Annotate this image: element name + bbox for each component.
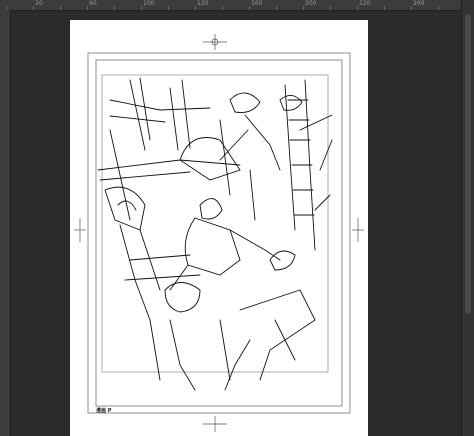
ruler-tick: [195, 6, 196, 10]
scrollbar-thumb[interactable]: [465, 14, 471, 314]
ruler-tick-label: 100: [143, 0, 155, 7]
ruler-tick: [411, 6, 412, 10]
frame-guides: [87, 52, 351, 414]
ruler-tick: [114, 6, 115, 10]
ruler-tick: [60, 6, 61, 10]
ruler-tick-label: 160: [251, 0, 263, 7]
ruler-tick: [330, 6, 331, 10]
vertical-scrollbar[interactable]: [461, 0, 474, 436]
bleed-frame: [87, 52, 351, 414]
ruler-tick: [87, 6, 88, 10]
ruler-tick-label: 260: [413, 0, 425, 7]
ruler-tick-label: 200: [305, 0, 317, 7]
page-number-label: 漫画 P: [96, 408, 112, 414]
ruler-tick: [249, 6, 250, 10]
ruler-tick: [438, 6, 439, 10]
ruler-tick: [222, 6, 223, 10]
ruler-tick: [168, 6, 169, 10]
ruler-tick-label: 60: [89, 0, 97, 7]
rough-sketch-drawing: [74, 34, 364, 432]
horizontal-ruler[interactable]: 20 60 100 120 160 200 220 260: [0, 0, 462, 11]
trim-frame: [95, 59, 343, 407]
ruler-tick: [33, 6, 34, 10]
ruler-tick: [303, 6, 304, 10]
ruler-tick: [357, 6, 358, 10]
manga-page-canvas[interactable]: 漫画 P: [70, 20, 368, 436]
vertical-ruler[interactable]: [0, 10, 11, 436]
ruler-tick: [276, 6, 277, 10]
ruler-tick-label: 20: [35, 0, 43, 7]
ruler-tick-label: 120: [197, 0, 209, 7]
sketch-strokes: [97, 77, 333, 391]
ruler-tick: [141, 6, 142, 10]
ruler-tick: [384, 6, 385, 10]
ruler-tick-label: 220: [359, 0, 371, 7]
